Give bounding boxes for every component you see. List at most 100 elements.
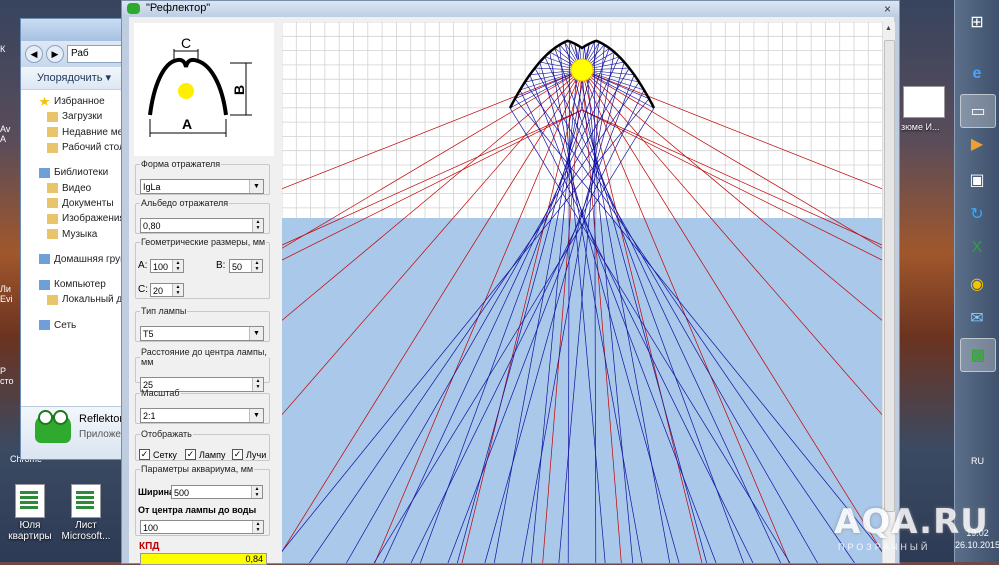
chrome-icon[interactable]: ◉: [960, 268, 994, 300]
grid-checkbox[interactable]: ✓ Сетку: [139, 449, 177, 460]
tree-item[interactable]: Музыка: [39, 226, 129, 241]
albedo-input[interactable]: 0,80 ▲ ▼: [140, 218, 264, 233]
scroll-up-icon[interactable]: ▲: [885, 25, 892, 32]
tree-item[interactable]: Рабочий стол: [39, 140, 129, 155]
tree-item-label: Изображения: [62, 213, 125, 225]
shape-legend: Форма отражателя: [141, 159, 221, 169]
forward-icon[interactable]: ▶: [46, 45, 64, 63]
ie-icon[interactable]: e: [960, 58, 994, 90]
dim-c-input[interactable]: 20 ▲ ▼: [150, 283, 184, 297]
plot-scrollbar[interactable]: ▲: [882, 22, 895, 563]
back-icon[interactable]: ◀: [25, 45, 43, 63]
sync-icon[interactable]: ↻: [960, 198, 994, 230]
rays-checkbox-label: Лучи: [246, 449, 267, 460]
language-indicator[interactable]: RU: [955, 456, 999, 466]
tree-item[interactable]: Компьютер: [39, 277, 129, 292]
width-value: 500: [174, 488, 190, 498]
reflektor-app-icon: [35, 410, 71, 443]
reflector-shape-diagram: C B A: [134, 23, 274, 156]
dim-a-input[interactable]: 100 ▲ ▼: [150, 259, 184, 273]
tree-item-label: Сеть: [54, 319, 77, 331]
address-input[interactable]: Раб: [67, 45, 129, 63]
watermark-logo: AQA.RU: [834, 502, 989, 542]
tree-item[interactable]: Недавние мест: [39, 125, 129, 140]
window-title: "Рефлектор": [146, 2, 211, 14]
windows-start-icon[interactable]: ⊞: [960, 6, 994, 38]
dim-a-spin-icon[interactable]: ▲ ▼: [172, 260, 183, 272]
tree-item[interactable]: Сеть: [39, 318, 129, 333]
tree-item[interactable]: Домашняя групп: [39, 252, 129, 267]
details-type: Приложен: [79, 429, 127, 440]
reflektor-icon[interactable]: ▩: [960, 338, 996, 372]
tree-item[interactable]: Видео: [39, 180, 129, 195]
tree-item-label: Музыка: [62, 228, 98, 240]
reflektor-window[interactable]: "Рефлектор" × C B A Форма отражателя IgL…: [121, 0, 900, 565]
lamp-select[interactable]: T5 ▼: [140, 326, 264, 341]
settings-panel: C B A Форма отражателя IgLa ▼ Альбедо отр…: [129, 17, 276, 565]
distance-group: Расстояние до центра лампы, мм 25 ▲ ▼: [135, 347, 270, 392]
desktop-document-label: зюме И...: [901, 122, 940, 132]
aquarium-legend: Параметры аквариума, мм: [141, 464, 254, 474]
width-spin-icon[interactable]: ▲ ▼: [251, 486, 262, 498]
tree-item-label: Избранное: [54, 96, 105, 108]
tree-item[interactable]: Локальный дис: [39, 292, 129, 307]
tree-item-label: Домашняя групп: [54, 253, 129, 265]
libraries-icon: [39, 167, 50, 178]
download-folder-icon: [47, 111, 58, 122]
grid-checkbox-label: Сетку: [153, 449, 177, 460]
label-a: A: [182, 116, 192, 132]
media-player-icon[interactable]: ▶: [960, 128, 994, 160]
tree-item-label: Рабочий стол: [62, 142, 125, 154]
water-distance-input[interactable]: 100 ▲ ▼: [140, 520, 264, 534]
water-distance-spin-icon[interactable]: ▲ ▼: [252, 521, 263, 533]
local-disk-icon: [47, 294, 58, 305]
chevron-down-icon[interactable]: ▼: [249, 180, 263, 193]
tree-item[interactable]: Документы: [39, 196, 129, 211]
organize-button[interactable]: Упорядочить ▾: [21, 67, 129, 90]
desktop-file-excel-1[interactable]: Юля квартиры: [0, 484, 60, 542]
albedo-group: Альбедо отражателя 0,80 ▲ ▼: [135, 198, 270, 234]
dim-c-spin-icon[interactable]: ▲ ▼: [172, 284, 183, 296]
excel-icon[interactable]: X: [960, 232, 994, 264]
explorer-window[interactable]: ◀ ▶ Раб Упорядочить ▾ Избранное Загрузки Н…: [20, 18, 130, 460]
scroll-thumb[interactable]: [884, 40, 895, 512]
display-legend: Отображать: [141, 429, 192, 439]
dimensions-legend: Геометрические размеры, мм: [141, 237, 266, 247]
taskbar: ⊞ e ▭ ▶ ▣ ↻ X ◉ ✉ ▩ RU 19:02 26.10.2015: [954, 0, 999, 562]
water-area: [282, 218, 882, 563]
thunderbird-icon[interactable]: ✉: [960, 302, 994, 334]
dim-b-spin-icon[interactable]: ▲ ▼: [251, 260, 262, 272]
explorer-titlebar[interactable]: [21, 19, 129, 41]
lamp-icon: [178, 83, 194, 99]
star-icon: [39, 96, 50, 106]
excel-file-icon: [71, 484, 101, 518]
chevron-down-icon[interactable]: ▼: [249, 327, 263, 340]
tree-item[interactable]: Изображения: [39, 211, 129, 226]
ray-trace-plot[interactable]: [282, 22, 882, 563]
desktop-icon: [47, 142, 58, 153]
tree-item[interactable]: Избранное: [39, 94, 129, 109]
close-button[interactable]: ×: [884, 2, 891, 16]
checkmark-icon: ✓: [185, 449, 196, 460]
lamp-value: T5: [143, 329, 154, 339]
desktop-file-excel-2[interactable]: Лист Microsoft...: [56, 484, 116, 542]
efficiency-value: 0,84: [140, 553, 267, 565]
tree-item[interactable]: Загрузки: [39, 109, 129, 124]
watermark-subtitle: ПРОЗРАЧНЫЙ: [838, 542, 931, 552]
remote-icon[interactable]: ▣: [960, 164, 994, 196]
dim-b-input[interactable]: 50 ▲ ▼: [229, 259, 263, 273]
width-input[interactable]: 500 ▲ ▼: [171, 485, 263, 499]
rays-checkbox[interactable]: ✓ Лучи: [232, 449, 266, 460]
desktop-document-icon[interactable]: [903, 86, 945, 118]
lamp-checkbox-label: Лампу: [199, 449, 226, 460]
window-titlebar[interactable]: "Рефлектор" ×: [122, 1, 899, 17]
shape-select[interactable]: IgLa ▼: [140, 179, 264, 194]
lamp-checkbox[interactable]: ✓ Лампу: [185, 449, 225, 460]
explorer-icon[interactable]: ▭: [960, 94, 996, 128]
tree-item[interactable]: Библиотеки: [39, 165, 129, 180]
scale-select[interactable]: 2:1 ▼: [140, 408, 264, 423]
albedo-spin-icon[interactable]: ▲ ▼: [252, 219, 263, 232]
chevron-down-icon[interactable]: ▼: [249, 409, 263, 422]
